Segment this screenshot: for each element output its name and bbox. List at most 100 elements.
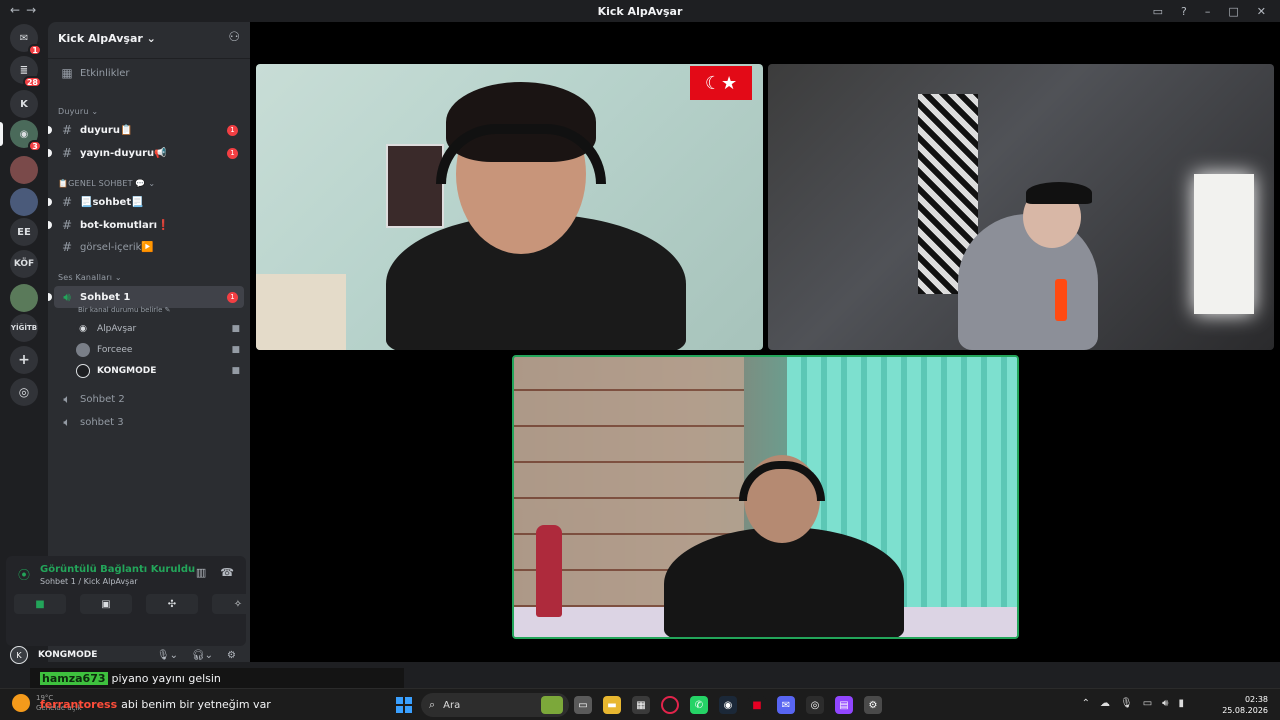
- category-genel-sohbet[interactable]: 📋GENEL SOHBET 💬 ⌄: [58, 179, 155, 188]
- obs-icon[interactable]: ◎: [806, 696, 824, 714]
- avatar[interactable]: K: [10, 646, 28, 664]
- discord-home-icon[interactable]: ✉ 1: [10, 24, 42, 56]
- microphone-icon[interactable]: 🎙︎⌄: [157, 650, 178, 661]
- red-app-icon[interactable]: ■: [748, 696, 766, 714]
- video-stage: ☾★: [250, 22, 1280, 662]
- hash-icon: #: [61, 146, 73, 160]
- add-server-icon[interactable]: +: [10, 346, 38, 374]
- weather-icon[interactable]: [12, 694, 30, 712]
- flag-decoration: ☾★: [690, 66, 752, 100]
- voice-connection-panel: ⦿ Görüntülü Bağlantı Kuruldu Sohbet 1 / …: [6, 556, 264, 646]
- video-tile-forceee[interactable]: [768, 64, 1274, 350]
- chat-username: hamza673: [40, 671, 108, 685]
- opera-icon[interactable]: [661, 696, 679, 714]
- channel-status-prompt[interactable]: Bir kanal durumu belirle ✎: [78, 306, 171, 314]
- orange-cup: [1055, 279, 1067, 321]
- explore-icon[interactable]: ◎: [10, 378, 38, 406]
- inbox-icon[interactable]: ▭: [1153, 5, 1163, 18]
- discord-icon[interactable]: ✉: [777, 696, 795, 714]
- server-icon-active[interactable]: ◉ 3: [10, 120, 42, 152]
- camera-toggle-button[interactable]: ■: [14, 594, 66, 614]
- category-ses-kanallari[interactable]: Ses Kanalları ⌄: [58, 273, 122, 282]
- minimize-button[interactable]: –: [1205, 5, 1211, 18]
- disconnect-icon[interactable]: ☎: [220, 566, 234, 579]
- server-icon-2[interactable]: ≣ 28: [10, 56, 42, 88]
- voice-user[interactable]: ◉ AlpAvşar ■: [76, 319, 244, 339]
- microphone-icon[interactable]: 🎙︎: [1120, 698, 1133, 709]
- task-view-icon[interactable]: ▭: [574, 696, 592, 714]
- hash-icon: #: [61, 218, 73, 232]
- person-body: [664, 527, 904, 637]
- twitch-icon[interactable]: ▤: [835, 696, 853, 714]
- channel-bot-komutlari[interactable]: # bot-komutları❗: [54, 214, 244, 236]
- channel-yayin-duyuru[interactable]: # yayın-duyuru📢 1: [54, 142, 244, 164]
- voice-status-subtitle[interactable]: Sohbet 1 / Kick AlpAvşar: [40, 577, 138, 586]
- battery-icon[interactable]: ▮: [1178, 698, 1184, 709]
- screen-share-button[interactable]: ▣: [80, 594, 132, 614]
- settings-gear-icon[interactable]: ⚙: [227, 650, 236, 661]
- volume-icon[interactable]: 🔊︎: [1162, 698, 1168, 709]
- clock[interactable]: 02:38 25.08.2026: [1222, 694, 1268, 716]
- badge: 1: [28, 44, 42, 56]
- username[interactable]: KONGMODE: [38, 650, 97, 660]
- invite-icon[interactable]: ⚇: [228, 30, 240, 45]
- avatar: [76, 343, 90, 357]
- chat-overlay-line: ferrantoress abi benim bir yetneğim var: [30, 694, 271, 714]
- badge: 3: [28, 140, 42, 152]
- avatar: [76, 364, 90, 378]
- close-button[interactable]: ✕: [1257, 5, 1266, 18]
- server-icon-5[interactable]: [10, 156, 38, 184]
- hash-icon: #: [61, 240, 73, 254]
- voice-user[interactable]: KONGMODE ■: [76, 361, 244, 381]
- server-icon-yigitb[interactable]: YİĞİTB: [10, 314, 38, 342]
- events-item[interactable]: ▦ Etkinlikler: [54, 62, 244, 84]
- voice-channel-sohbet-1[interactable]: 🔊︎ Sohbet 11: [54, 286, 244, 308]
- server-name[interactable]: Kick AlpAvşar ⌄: [58, 32, 156, 45]
- speaker-icon: 🔈︎: [63, 414, 71, 429]
- settings-icon[interactable]: ⚙: [864, 696, 882, 714]
- voice-user[interactable]: Forceee ■: [76, 340, 244, 360]
- window-title: Kick AlpAvşar: [597, 4, 683, 18]
- help-icon[interactable]: ?: [1181, 5, 1187, 18]
- whatsapp-icon[interactable]: ✆: [690, 696, 708, 714]
- camera-icon: ■: [231, 345, 240, 355]
- channel-duyuru[interactable]: # duyuru📋 1: [54, 119, 244, 141]
- store-icon[interactable]: ▦: [632, 696, 650, 714]
- monitor-icon[interactable]: ▭: [1143, 698, 1152, 709]
- bed-pillow: [256, 274, 346, 350]
- windows-start-icon[interactable]: [396, 697, 412, 713]
- voice-channel-sohbet-2[interactable]: 🔈︎ Sohbet 2: [54, 388, 244, 410]
- voice-status-title[interactable]: Görüntülü Bağlantı Kuruldu: [40, 564, 195, 575]
- chat-message: piyano yayını gelsin: [111, 671, 221, 685]
- video-tile-kongmode[interactable]: [512, 355, 1019, 639]
- taskbar-apps: ▭ ▬ ▦ ✆ ◉ ■ ✉ ◎ ▤ ⚙: [574, 696, 882, 714]
- divider: [48, 58, 250, 59]
- unread-indicator: [48, 198, 52, 206]
- mention-badge: 1: [227, 147, 238, 159]
- speaker-icon: 🔈︎: [63, 391, 71, 406]
- headphones-icon[interactable]: 🎧︎⌄: [192, 650, 213, 661]
- file-explorer-icon[interactable]: ▬: [603, 696, 621, 714]
- hash-icon: #: [61, 195, 73, 209]
- category-duyuru[interactable]: Duyuru ⌄: [58, 107, 98, 116]
- noise-suppression-icon[interactable]: ▥: [196, 566, 206, 579]
- system-tray: ⌃ ☁ 🎙︎ ▭ 🔊︎ ▮: [1082, 698, 1184, 709]
- wall-poster: [386, 144, 444, 228]
- activities-button[interactable]: ✣: [146, 594, 198, 614]
- calendar-icon: ▦: [61, 66, 73, 80]
- server-icon-ee[interactable]: EE: [10, 218, 38, 246]
- voice-channel-sohbet-3[interactable]: 🔈︎ sohbet 3: [54, 411, 244, 433]
- server-icon-k[interactable]: K: [10, 90, 38, 118]
- channel-sohbet[interactable]: # 📃sohbet📃: [54, 191, 244, 213]
- video-tile-alpavsar[interactable]: ☾★: [256, 64, 763, 350]
- maximize-button[interactable]: □: [1228, 5, 1238, 18]
- steam-icon[interactable]: ◉: [719, 696, 737, 714]
- server-icon-8[interactable]: [10, 284, 38, 312]
- hash-icon: #: [61, 123, 73, 137]
- cloud-icon[interactable]: ☁: [1100, 698, 1110, 709]
- chevron-up-icon[interactable]: ⌃: [1082, 698, 1090, 709]
- channel-gorsel-icerik[interactable]: # görsel-içerik▶️: [54, 236, 244, 258]
- taskbar-search[interactable]: ⌕ Ara: [421, 693, 569, 717]
- server-icon-kof[interactable]: KÖF: [10, 250, 38, 278]
- server-icon-6[interactable]: [10, 188, 38, 216]
